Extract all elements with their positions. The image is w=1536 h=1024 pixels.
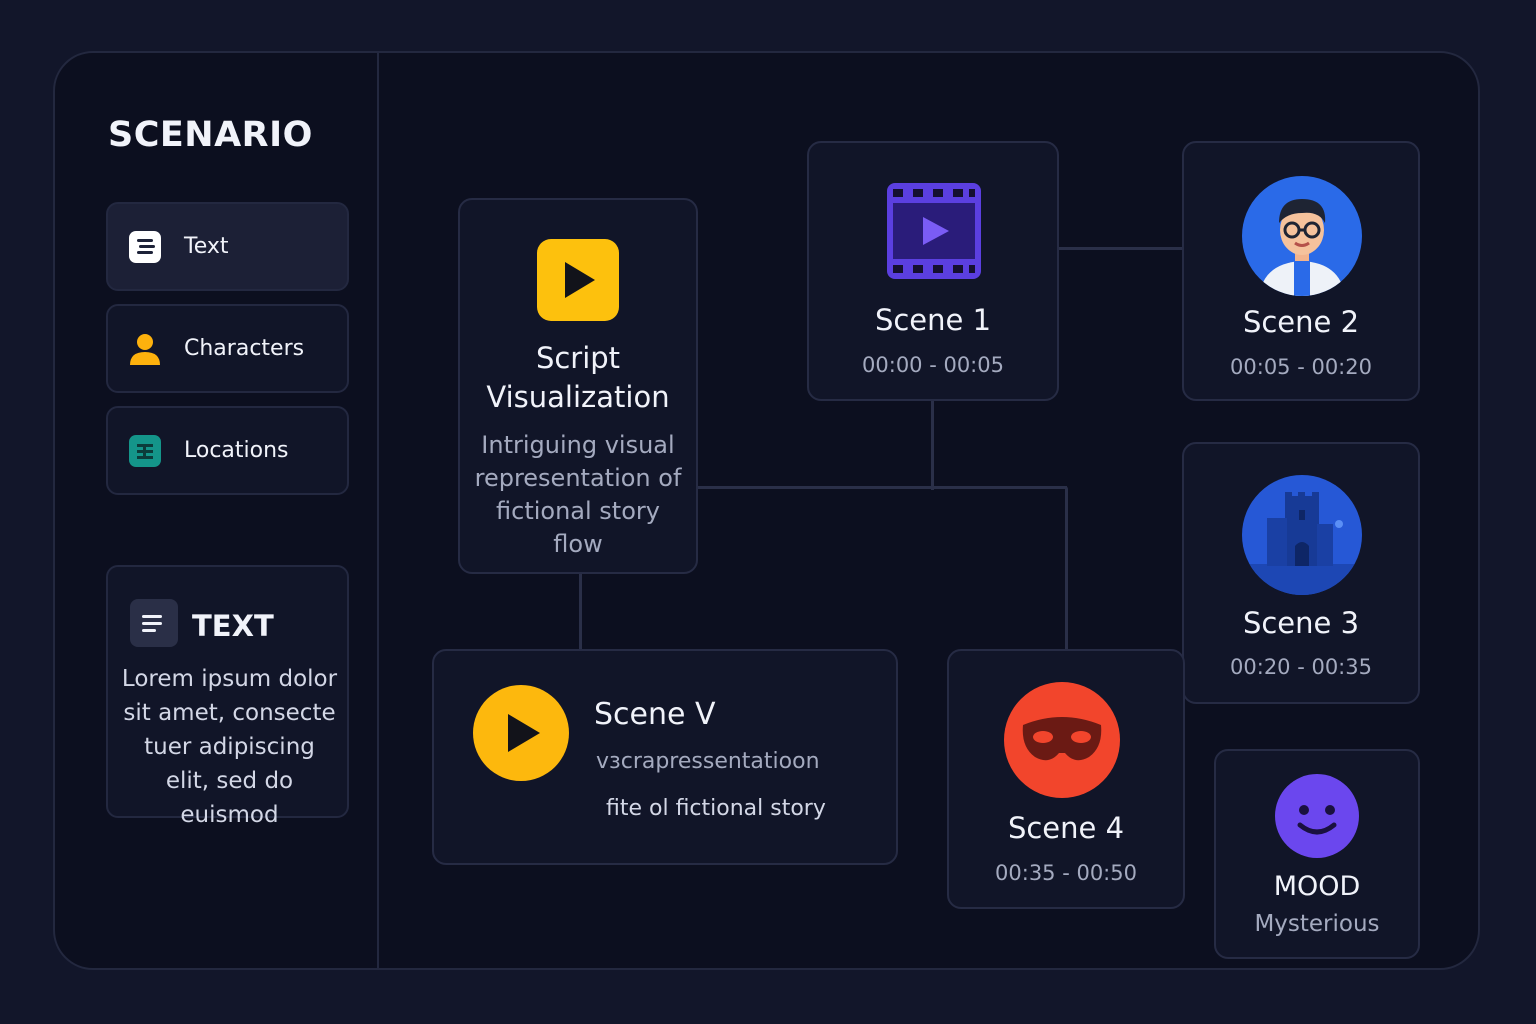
script-title-line1: Script (535, 341, 621, 375)
mask-icon (1004, 682, 1120, 798)
scene-v-line2: fite ol fictional story (606, 796, 826, 821)
scene-1-title: Scene 1 (874, 303, 992, 337)
connector-line (579, 572, 582, 650)
sidebar-item-locations[interactable]: Locations (106, 406, 349, 495)
scene-3-time: 00:20 - 00:35 (1230, 655, 1372, 679)
app-window: SCENARIO Text Characters Locations TEXT … (53, 51, 1480, 970)
scene-2-time: 00:05 - 00:20 (1230, 355, 1372, 379)
play-icon (537, 239, 619, 321)
sidebar: SCENARIO Text Characters Locations TEXT … (55, 53, 379, 968)
scene-4-title: Scene 4 (1007, 811, 1125, 845)
text-card-title: TEXT (192, 609, 274, 643)
scene-3-title: Scene 3 (1242, 606, 1360, 640)
script-description: Intriguing visual representation of fict… (474, 431, 682, 558)
scene-3-card[interactable]: Scene 3 00:20 - 00:35 (1182, 442, 1420, 704)
sidebar-item-characters[interactable]: Characters (106, 304, 349, 393)
scene-v-line1: vɜcrapressentatioon (596, 749, 820, 774)
sidebar-item-label: Locations (184, 438, 289, 463)
connector-line (931, 399, 934, 490)
text-icon (128, 230, 162, 264)
smiley-icon (1275, 774, 1359, 858)
script-visualization-card[interactable]: Script Visualization Intriguing visual r… (458, 198, 698, 574)
scene-v-card[interactable]: Scene V vɜcrapressentatioon fite ol fict… (432, 649, 898, 865)
text-card-body: Lorem ipsum dolor sit amet, consecte tue… (121, 666, 338, 828)
scene-1-time: 00:00 - 00:05 (862, 353, 1004, 377)
scene-2-card[interactable]: Scene 2 00:05 - 00:20 (1182, 141, 1420, 401)
script-title-line2: Visualization (486, 380, 670, 414)
scenario-canvas: Script Visualization Intriguing visual r… (379, 53, 1478, 968)
scene-4-card[interactable]: Scene 4 00:35 - 00:50 (947, 649, 1185, 909)
mood-title: MOOD (1273, 871, 1361, 902)
sidebar-item-label: Characters (184, 336, 305, 361)
scene-4-time: 00:35 - 00:50 (995, 861, 1137, 885)
castle-icon (1242, 475, 1362, 595)
map-grid-icon (128, 434, 162, 468)
character-avatar-icon (1242, 176, 1362, 296)
scene-v-title: Scene V (594, 697, 716, 732)
scene-1-card[interactable]: Scene 1 00:00 - 00:05 (807, 141, 1059, 401)
text-info-card: TEXT Lorem ipsum dolor sit amet, consect… (106, 565, 349, 828)
connector-line (1065, 486, 1068, 650)
film-strip-icon (887, 183, 981, 279)
connector-line (1057, 247, 1183, 250)
play-circle-icon (473, 685, 569, 781)
mood-value: Mysterious (1254, 911, 1380, 937)
sidebar-item-label: Text (184, 234, 229, 259)
mood-card[interactable]: MOOD Mysterious (1214, 749, 1420, 959)
sidebar-title: SCENARIO (108, 115, 313, 155)
lines-icon (130, 599, 178, 647)
scene-2-title: Scene 2 (1242, 305, 1360, 339)
sidebar-item-text[interactable]: Text (106, 202, 349, 291)
person-icon (128, 332, 162, 366)
connector-line (697, 486, 1067, 489)
